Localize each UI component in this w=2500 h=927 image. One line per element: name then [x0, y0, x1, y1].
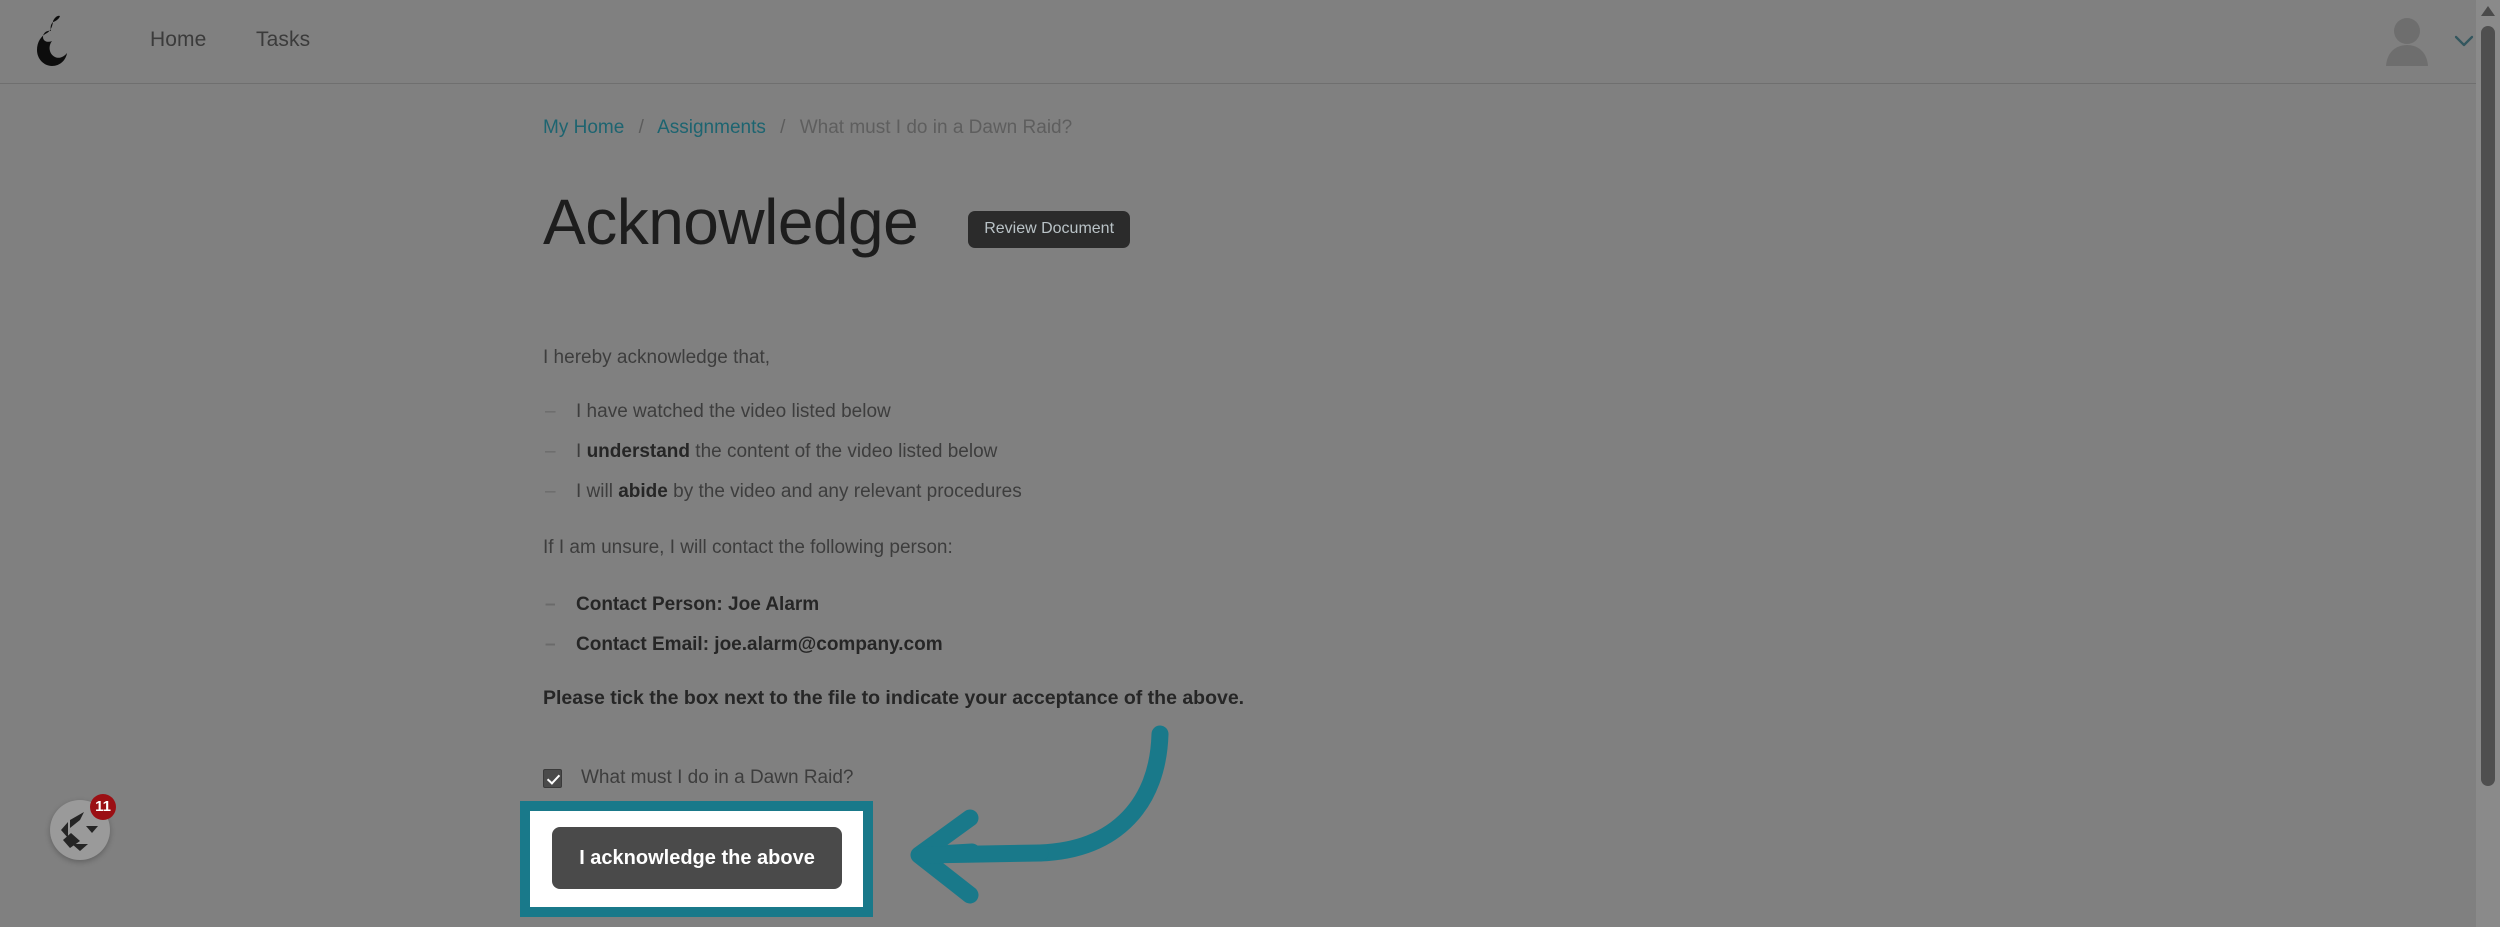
breadcrumb-item-my-home[interactable]: My Home	[543, 117, 624, 138]
breadcrumb-item-current: What must I do in a Dawn Raid?	[799, 117, 1073, 138]
list-item: Contact Person: Joe Alarm	[543, 585, 943, 625]
list-item-text: I have watched the video listed below	[576, 401, 891, 422]
scroll-up-arrow-icon[interactable]	[2481, 6, 2495, 16]
acknowledgement-intro-text: I hereby acknowledge that,	[543, 347, 771, 368]
file-acceptance-label[interactable]: What must I do in a Dawn Raid?	[581, 767, 853, 789]
pear-logo-icon[interactable]	[20, 12, 82, 74]
chevron-down-icon[interactable]	[2454, 34, 2474, 48]
nav-link-home[interactable]: Home	[150, 28, 206, 52]
chat-unread-badge: 11	[90, 794, 116, 820]
review-document-button[interactable]: Review Document	[968, 210, 1131, 248]
chat-help-widget[interactable]: 11	[50, 794, 116, 860]
file-acceptance-checkbox[interactable]	[543, 768, 562, 788]
list-item: I will abide by the video and any releva…	[543, 472, 1022, 512]
list-item-emphasis: understand	[586, 441, 691, 462]
list-item: I understand the content of the video li…	[543, 432, 1022, 472]
title-row: Acknowledge Review Document	[543, 186, 1131, 258]
list-item: Contact Email: joe.alarm@company.com	[543, 625, 943, 665]
curved-left-arrow-icon	[890, 710, 1190, 920]
list-item-prefix: I will	[576, 481, 619, 502]
scrollbar-thumb[interactable]	[2481, 26, 2495, 786]
file-acceptance-row[interactable]: What must I do in a Dawn Raid?	[543, 767, 853, 789]
breadcrumb: My Home / Assignments / What must I do i…	[543, 117, 1072, 139]
tick-instruction-text: Please tick the box next to the file to …	[543, 687, 1245, 709]
list-item-prefix: I	[576, 441, 587, 462]
avatar-icon[interactable]	[2384, 14, 2430, 66]
highlight-annotation-box: I acknowledge the above	[520, 801, 873, 917]
page-root: Home Tasks My Home / Assignments / What …	[0, 0, 2500, 927]
contact-list: Contact Person: Joe Alarm Contact Email:…	[543, 585, 943, 665]
list-item-suffix: the content of the video listed below	[690, 441, 998, 462]
list-item-emphasis: abide	[618, 481, 668, 502]
top-navigation-bar: Home Tasks	[0, 0, 2500, 84]
breadcrumb-item-assignments[interactable]: Assignments	[657, 117, 766, 138]
contact-intro-text: If I am unsure, I will contact the follo…	[543, 537, 953, 558]
acknowledge-button[interactable]: I acknowledge the above	[552, 827, 842, 889]
breadcrumb-separator: /	[638, 117, 644, 138]
vertical-scrollbar[interactable]	[2476, 0, 2500, 927]
list-item-suffix: by the video and any relevant procedures	[667, 481, 1022, 502]
breadcrumb-separator: /	[780, 117, 786, 138]
acknowledgement-list: I have watched the video listed below I …	[543, 392, 1022, 512]
nav-link-tasks[interactable]: Tasks	[256, 28, 310, 52]
list-item: I have watched the video listed below	[543, 392, 1022, 432]
page-title: Acknowledge	[543, 186, 919, 258]
